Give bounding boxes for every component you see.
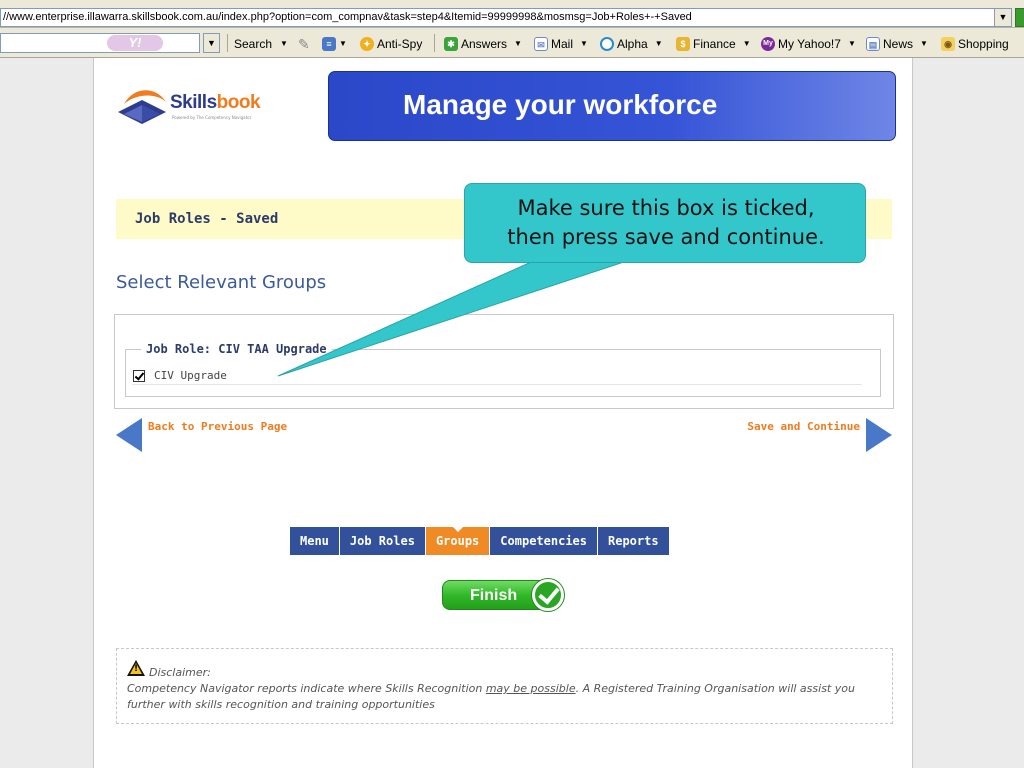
mail-button[interactable]: ✉ Mail ▼	[534, 35, 588, 53]
tab-reports[interactable]: Reports	[598, 527, 670, 555]
news-button[interactable]: ▤ News ▼	[866, 35, 928, 53]
go-button[interactable]	[1015, 8, 1024, 27]
url-text: //www.enterprise.illawarra.skillsbook.co…	[3, 11, 692, 23]
highlight-pen-icon[interactable]: ✎	[298, 35, 310, 53]
shopping-button[interactable]: ◉ Shopping	[941, 35, 1009, 53]
antispy-icon: ✦	[360, 37, 374, 51]
job-role-fieldset: Job Role: CIV TAA Upgrade CIV Upgrade	[125, 342, 881, 397]
banner-title: Manage your workforce	[403, 89, 718, 120]
toolbar-separator	[434, 34, 435, 52]
address-bar: //www.enterprise.illawarra.skillsbook.co…	[0, 0, 1024, 28]
step-tabs: Menu Job Roles Groups Competencies Repor…	[290, 527, 670, 555]
disclaimer-text: Competency Navigator reports indicate wh…	[127, 682, 855, 711]
yahoo-search-input[interactable]: Y!	[0, 33, 200, 53]
logo-tagline: Powered by The Competency Navigator	[172, 115, 252, 120]
job-role-legend: Job Role: CIV TAA Upgrade	[141, 342, 332, 356]
answers-label: Answers	[461, 37, 508, 51]
antispy-label: Anti-Spy	[377, 37, 423, 51]
news-icon: ▤	[866, 37, 880, 51]
finish-button[interactable]: Finish	[442, 578, 564, 612]
tab-groups[interactable]: Groups	[425, 527, 491, 555]
status-message: Job Roles - Saved	[135, 211, 279, 227]
alpha-icon	[600, 37, 614, 51]
tab-job-roles[interactable]: Job Roles	[339, 527, 426, 555]
section-title: Select Relevant Groups	[116, 272, 327, 293]
save-and-continue-link[interactable]: Save and Continue	[747, 420, 860, 433]
myyahoo-icon: My	[761, 37, 775, 51]
antispy-button[interactable]: ✦ Anti-Spy	[360, 35, 422, 53]
news-label: News	[883, 37, 914, 51]
search-menu-chevron-down-icon[interactable]: ▼	[276, 35, 288, 53]
back-to-previous-link[interactable]: Back to Previous Page	[148, 420, 287, 433]
answers-icon: ✱	[444, 37, 458, 51]
url-input[interactable]: //www.enterprise.illawarra.skillsbook.co…	[0, 8, 1012, 27]
myyahoo-label: My Yahoo!7	[778, 37, 841, 51]
callout-line-2: then press save and continue.	[507, 225, 825, 249]
skillsbook-logo[interactable]: Skillsbook Powered by The Competency Nav…	[114, 80, 264, 132]
tab-menu[interactable]: Menu	[290, 527, 340, 555]
search-button[interactable]: Search	[234, 35, 272, 53]
alpha-button[interactable]: Alpha ▼	[600, 35, 663, 53]
checkmark-icon	[532, 579, 564, 611]
url-dropdown-arrow-icon[interactable]: ▼	[994, 9, 1011, 26]
disclaimer-box: Disclaimer: Competency Navigator reports…	[116, 648, 893, 724]
toolbar-separator	[227, 34, 228, 52]
search-dropdown-arrow-icon[interactable]: ▼	[203, 33, 220, 53]
tab-competencies[interactable]: Competencies	[490, 527, 598, 555]
logo-wordmark: Skillsbook	[170, 92, 261, 113]
disclaimer-title: Disclaimer:	[149, 666, 211, 679]
callout-text: Make sure this box is ticked, then press…	[465, 194, 867, 252]
myyahoo-button[interactable]: My My Yahoo!7 ▼	[761, 35, 856, 53]
back-arrow-icon[interactable]	[116, 418, 142, 452]
warning-icon	[127, 660, 145, 676]
instruction-callout: Make sure this box is ticked, then press…	[464, 183, 866, 263]
shopping-bag-icon: ◉	[941, 37, 955, 51]
book-logo-icon	[118, 90, 166, 124]
civ-upgrade-label: CIV Upgrade	[154, 369, 227, 382]
shopping-label: Shopping	[958, 37, 1009, 51]
mail-label: Mail	[551, 37, 574, 51]
finance-button[interactable]: $ Finance ▼	[676, 35, 751, 53]
search-button-label: Search	[234, 37, 273, 51]
finance-chart-icon: $	[676, 37, 690, 51]
alpha-label: Alpha	[617, 37, 648, 51]
group-checkbox-row[interactable]: CIV Upgrade	[132, 367, 862, 385]
page-content: Skillsbook Powered by The Competency Nav…	[93, 58, 913, 768]
finance-label: Finance	[693, 37, 736, 51]
page-menu-icon[interactable]: ≡ ▼	[322, 35, 347, 53]
civ-upgrade-checkbox[interactable]	[133, 369, 145, 382]
next-arrow-icon[interactable]	[866, 418, 892, 452]
callout-line-1: Make sure this box is ticked,	[517, 196, 815, 220]
answers-button[interactable]: ✱ Answers ▼	[444, 35, 522, 53]
header-banner: Manage your workforce	[328, 71, 896, 141]
groups-panel: Job Role: CIV TAA Upgrade CIV Upgrade	[114, 314, 894, 409]
may-be-possible-text: may be possible	[485, 682, 576, 695]
yahoo-toolbar: Y! ▼ Search ▼ ✎ ≡ ▼ ✦ Anti-Spy ✱ Answers …	[0, 28, 1024, 58]
yahoo-logo-icon: Y!	[107, 35, 163, 51]
finish-label: Finish	[470, 587, 518, 604]
mail-envelope-icon: ✉	[534, 37, 548, 51]
